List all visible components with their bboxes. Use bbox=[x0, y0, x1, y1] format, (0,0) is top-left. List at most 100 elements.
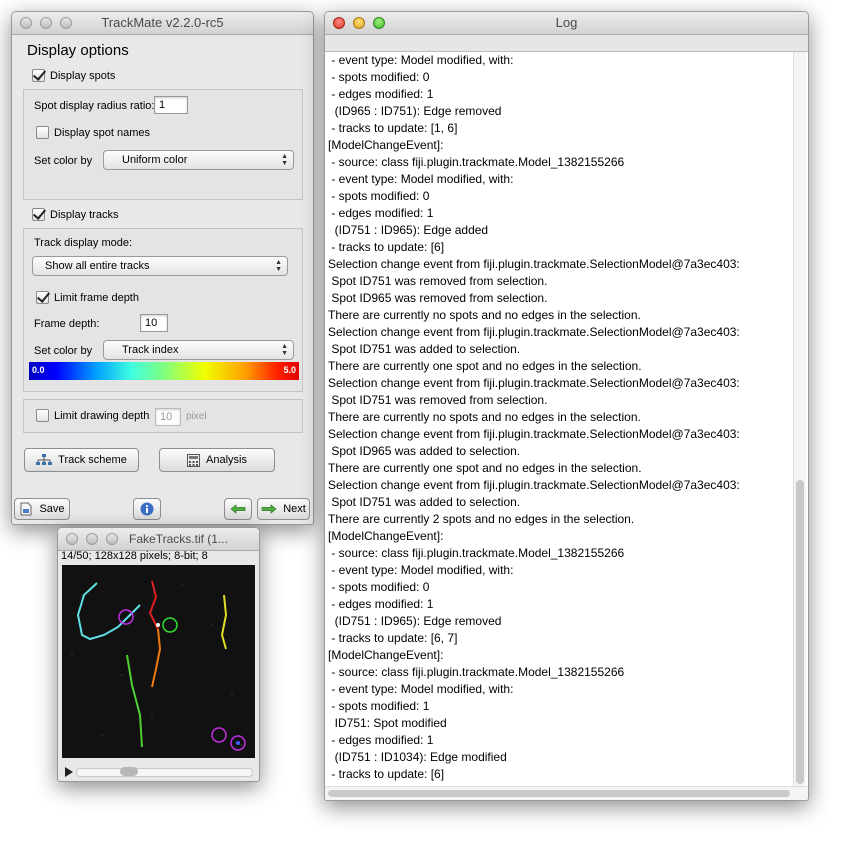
info-icon bbox=[140, 502, 154, 516]
display-spots-checkbox[interactable]: Display spots bbox=[32, 69, 115, 82]
calculator-icon bbox=[187, 453, 201, 467]
log-line: - edges modified: 1 bbox=[328, 597, 434, 611]
previous-button[interactable] bbox=[224, 498, 252, 520]
frame-scrollbar[interactable] bbox=[58, 761, 259, 781]
panel-title: Display options bbox=[27, 42, 129, 59]
log-titlebar[interactable]: Log bbox=[325, 12, 808, 35]
save-button[interactable]: Save bbox=[14, 498, 70, 520]
log-vertical-scrollbar[interactable] bbox=[793, 52, 806, 786]
log-line: - edges modified: 1 bbox=[328, 87, 434, 101]
frame-slider-track[interactable] bbox=[76, 768, 253, 777]
frame-depth-input[interactable]: 10 bbox=[140, 314, 168, 332]
log-vertical-thumb[interactable] bbox=[796, 480, 804, 784]
log-line: There are currently one spot and no edge… bbox=[328, 461, 642, 475]
log-line: - edges modified: 1 bbox=[328, 206, 434, 220]
spot-radius-input[interactable]: 1 bbox=[154, 96, 188, 114]
display-tracks-checkbox[interactable]: Display tracks bbox=[32, 208, 118, 221]
analysis-button[interactable]: Analysis bbox=[159, 448, 275, 472]
checkbox-box bbox=[36, 409, 49, 422]
limit-drawing-depth-checkbox[interactable]: Limit drawing depth bbox=[36, 409, 149, 422]
image-titlebar[interactable]: FakeTracks.tif (1... bbox=[58, 528, 259, 551]
save-label: Save bbox=[39, 503, 65, 515]
drawing-depth-input[interactable]: 10 bbox=[155, 408, 181, 426]
colormap-max-label: 5.0 bbox=[283, 365, 296, 375]
log-line: [ModelChangeEvent]: bbox=[328, 529, 444, 543]
track-mode-select[interactable]: Show all entire tracks ▲ ▼ bbox=[32, 256, 288, 276]
log-line: - spots modified: 0 bbox=[328, 189, 430, 203]
frame-slider-thumb[interactable] bbox=[120, 767, 138, 776]
spot-current[interactable] bbox=[162, 617, 178, 633]
log-line: - event type: Model modified, with: bbox=[328, 682, 514, 696]
track-color-label: Set color by bbox=[34, 345, 93, 357]
display-tracks-label: Display tracks bbox=[50, 208, 119, 221]
track-color-select[interactable]: Track index ▲ ▼ bbox=[103, 340, 294, 360]
spot-radius-label: Spot display radius ratio: bbox=[34, 100, 155, 112]
log-line: Selection change event from fiji.plugin.… bbox=[328, 325, 740, 339]
log-line: Selection change event from fiji.plugin.… bbox=[328, 427, 740, 441]
info-button[interactable] bbox=[133, 498, 161, 520]
log-line: Spot ID751 was added to selection. bbox=[328, 495, 521, 509]
log-line: (ID965 : ID751): Edge removed bbox=[328, 104, 502, 118]
log-line: - tracks to update: [6, 7] bbox=[328, 631, 458, 645]
spot-selected[interactable] bbox=[118, 609, 134, 625]
log-line: - event type: Model modified, with: bbox=[328, 53, 514, 67]
play-icon[interactable] bbox=[64, 767, 74, 777]
trackmate-titlebar[interactable]: TrackMate v2.2.0-rc5 bbox=[12, 12, 313, 35]
log-line: Selection change event from fiji.plugin.… bbox=[328, 257, 740, 271]
track-mode-label: Track display mode: bbox=[34, 237, 133, 249]
spot-names-label: Display spot names bbox=[54, 126, 150, 139]
drawing-depth-unit: pixel bbox=[186, 411, 207, 422]
log-line: ID751: Spot modified bbox=[328, 716, 447, 730]
track-color-value: Track index bbox=[122, 344, 179, 356]
log-line: There are currently 2 spots and no edges… bbox=[328, 512, 635, 526]
log-line: Spot ID751 was added to selection. bbox=[328, 342, 521, 356]
track-scheme-label: Track scheme bbox=[58, 454, 127, 466]
tree-icon bbox=[36, 454, 53, 465]
next-button[interactable]: Next bbox=[257, 498, 310, 520]
track-mode-value: Show all entire tracks bbox=[45, 260, 150, 272]
spots-options-group: Spot display radius ratio: 1 Display spo… bbox=[23, 89, 303, 200]
log-line: Spot ID751 was removed from selection. bbox=[328, 274, 548, 288]
spot-names-checkbox[interactable]: Display spot names bbox=[36, 126, 150, 139]
image-window-title: FakeTracks.tif (1... bbox=[129, 532, 228, 546]
spot-color-label: Set color by bbox=[34, 155, 93, 167]
updown-arrows-icon: ▲ ▼ bbox=[281, 153, 288, 167]
checkmark-icon bbox=[32, 69, 45, 82]
spot-marker bbox=[236, 741, 240, 745]
image-canvas[interactable] bbox=[62, 565, 255, 758]
log-window: Log - event type: Model modified, with: … bbox=[324, 11, 809, 801]
spot-selected[interactable] bbox=[211, 727, 227, 743]
log-horizontal-thumb[interactable] bbox=[328, 790, 790, 797]
log-line: - source: class fiji.plugin.trackmate.Mo… bbox=[328, 546, 625, 560]
log-text-area[interactable]: - event type: Model modified, with: - sp… bbox=[328, 52, 788, 783]
limit-frame-depth-checkbox[interactable]: Limit frame depth bbox=[36, 291, 139, 304]
track-scheme-button[interactable]: Track scheme bbox=[24, 448, 139, 472]
display-spots-label: Display spots bbox=[50, 69, 116, 82]
track-yellow bbox=[220, 594, 228, 650]
checkmark-icon bbox=[36, 291, 49, 304]
tracks-overlay bbox=[71, 580, 246, 751]
log-toolbar bbox=[325, 35, 808, 52]
log-line: Selection change event from fiji.plugin.… bbox=[328, 478, 740, 492]
trackmate-window-title: TrackMate v2.2.0-rc5 bbox=[101, 15, 224, 30]
updown-arrows-icon: ▲ ▼ bbox=[275, 259, 282, 273]
log-line: - tracks to update: [6] bbox=[328, 240, 445, 254]
colormap-min-label: 0.0 bbox=[32, 365, 45, 375]
next-label: Next bbox=[283, 503, 306, 515]
image-window: FakeTracks.tif (1... 14/50; 128x128 pixe… bbox=[57, 527, 260, 782]
log-line: - spots modified: 1 bbox=[328, 699, 430, 713]
log-window-title: Log bbox=[555, 15, 578, 30]
log-line: (ID751 : ID1034): Edge modified bbox=[328, 750, 507, 764]
log-line: Spot ID965 was added to selection. bbox=[328, 444, 521, 458]
track-orange bbox=[151, 628, 162, 688]
log-line: (ID751 : ID965): Edge removed bbox=[328, 614, 502, 628]
log-line: - source: class fiji.plugin.trackmate.Mo… bbox=[328, 665, 625, 679]
arrow-left-icon bbox=[230, 504, 246, 514]
log-line: - edges modified: 1 bbox=[328, 733, 434, 747]
log-line: - tracks to update: [6] bbox=[328, 767, 445, 781]
log-line: - spots modified: 0 bbox=[328, 70, 430, 84]
log-horizontal-scrollbar[interactable] bbox=[325, 786, 808, 800]
spot-color-select[interactable]: Uniform color ▲ ▼ bbox=[103, 150, 294, 170]
checkbox-box bbox=[36, 126, 49, 139]
frame-depth-label: Frame depth: bbox=[34, 318, 100, 330]
